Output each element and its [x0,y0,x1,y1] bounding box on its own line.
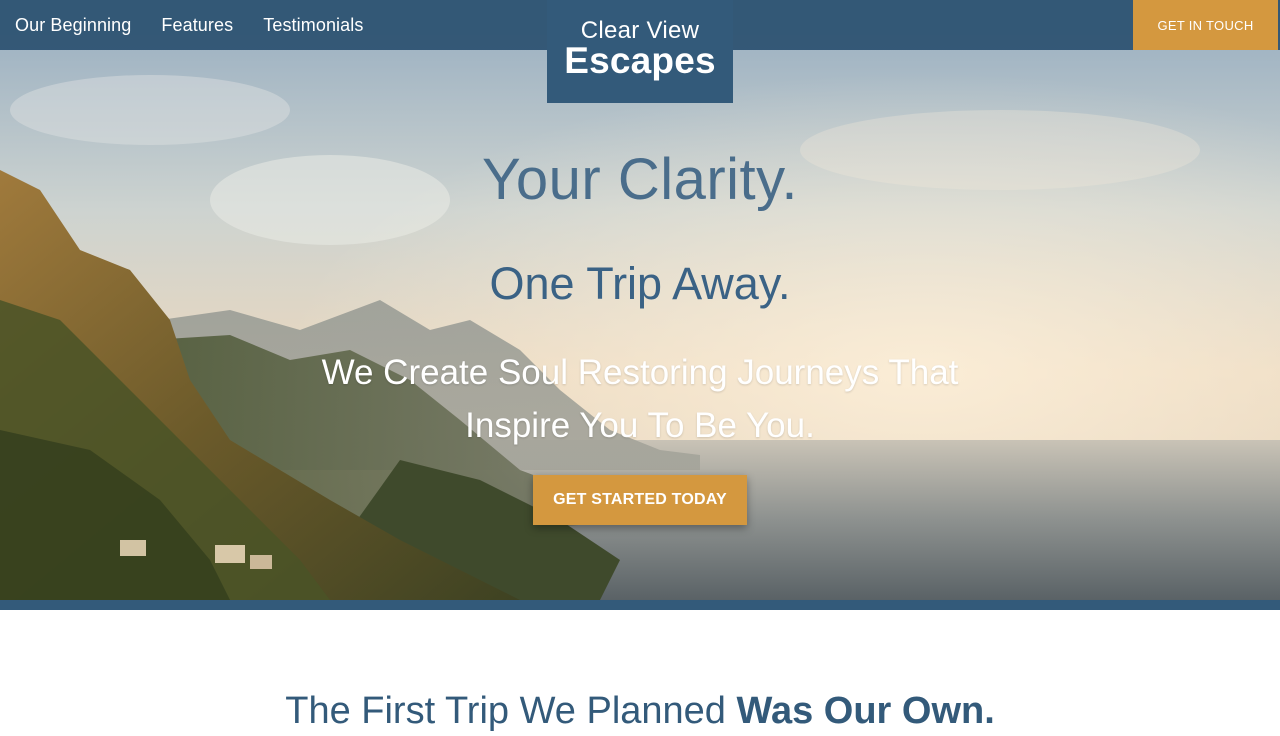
get-in-touch-button[interactable]: GET IN TOUCH [1133,0,1278,50]
hero-bottom-band [0,600,1280,610]
hero-tagline: We Create Soul Restoring Journeys That I… [321,353,959,445]
nav-link-features[interactable]: Features [161,15,233,36]
nav-link-testimonials[interactable]: Testimonials [263,15,363,36]
section-title-bold: Was Our Own. [736,690,995,732]
section-title-regular: The First Trip We Planned [285,690,737,732]
site-logo[interactable]: Clear View Escapes [547,0,733,103]
hero-headline-secondary: One Trip Away. [489,258,791,309]
section-title: The First Trip We Planned Was Our Own. [0,690,1280,733]
nav-link-our-beginning[interactable]: Our Beginning [15,15,131,36]
get-started-button[interactable]: GET STARTED TODAY [533,475,747,525]
logo-line-escapes: Escapes [564,40,716,81]
hero-headline-primary: Your Clarity. [482,147,798,212]
nav-links: Our Beginning Features Testimonials [15,0,363,50]
